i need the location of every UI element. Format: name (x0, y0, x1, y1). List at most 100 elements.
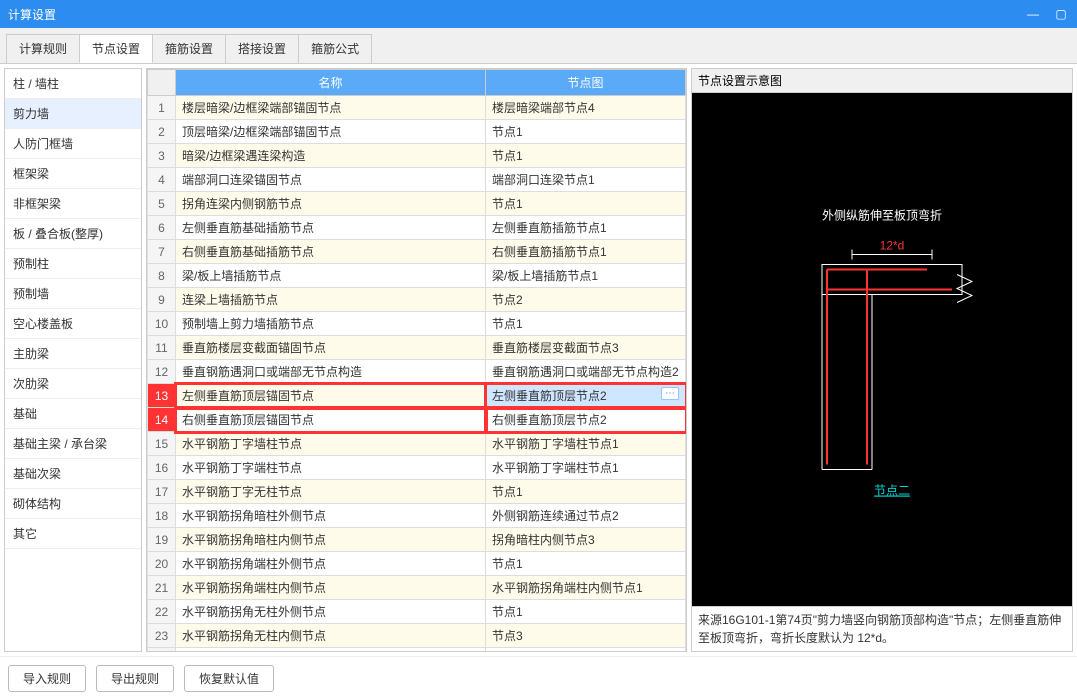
tab-3[interactable]: 搭接设置 (225, 34, 299, 63)
table-row[interactable]: 13左侧垂直筋顶层锚固节点左侧垂直筋顶层节点2⋯ (148, 384, 686, 408)
sidebar-item-0[interactable]: 柱 / 墙柱 (5, 69, 141, 99)
cell-node[interactable]: 右侧垂直筋顶层节点2 (486, 408, 686, 432)
table-row[interactable]: 12垂直钢筋遇洞口或端部无节点构造垂直钢筋遇洞口或端部无节点构造2 (148, 360, 686, 384)
cell-node[interactable]: 水平钢筋丁字墙柱节点1 (486, 432, 686, 456)
col-node[interactable]: 节点图 (486, 70, 686, 96)
cell-node[interactable]: 梁/板上墙插筋节点1 (486, 264, 686, 288)
cell-node[interactable]: 外侧钢筋连续通过节点2 (486, 504, 686, 528)
cell-name[interactable]: 楼层暗梁/边框梁端部锚固节点 (176, 96, 486, 120)
table-row[interactable]: 20水平钢筋拐角端柱外侧节点节点1 (148, 552, 686, 576)
cell-name[interactable]: 水平钢筋拐角无柱内侧节点 (176, 624, 486, 648)
cell-name[interactable]: 左侧垂直筋顶层锚固节点 (176, 384, 486, 408)
cell-node[interactable]: 端部洞口连梁节点1 (486, 168, 686, 192)
sidebar-item-5[interactable]: 板 / 叠合板(整厚) (5, 219, 141, 249)
cell-name[interactable]: 右侧垂直筋顶层锚固节点 (176, 408, 486, 432)
table-row[interactable]: 6左侧垂直筋基础插筋节点左侧垂直筋插筋节点1 (148, 216, 686, 240)
cell-name[interactable]: 水平钢筋拐角端柱内侧节点 (176, 576, 486, 600)
table-row[interactable]: 24水平钢筋端部暗柱节点水平钢筋端部暗柱节点1 (148, 648, 686, 653)
cell-name[interactable]: 左侧垂直筋基础插筋节点 (176, 216, 486, 240)
sidebar-item-4[interactable]: 非框架梁 (5, 189, 141, 219)
table-row[interactable]: 5拐角连梁内侧钢筋节点节点1 (148, 192, 686, 216)
cell-name[interactable]: 水平钢筋拐角暗柱外侧节点 (176, 504, 486, 528)
table-row[interactable]: 14右侧垂直筋顶层锚固节点右侧垂直筋顶层节点2 (148, 408, 686, 432)
sidebar-item-8[interactable]: 空心楼盖板 (5, 309, 141, 339)
table-row[interactable]: 22水平钢筋拐角无柱外侧节点节点1 (148, 600, 686, 624)
table-row[interactable]: 9连梁上墙插筋节点节点2 (148, 288, 686, 312)
restore-button[interactable]: 恢复默认值 (184, 665, 274, 692)
cell-node[interactable]: 左侧垂直筋插筋节点1 (486, 216, 686, 240)
cell-name[interactable]: 水平钢筋丁字端柱节点 (176, 456, 486, 480)
tab-1[interactable]: 节点设置 (79, 34, 153, 63)
sidebar-item-12[interactable]: 基础主梁 / 承台梁 (5, 429, 141, 459)
cell-node[interactable]: 拐角暗柱内侧节点3 (486, 528, 686, 552)
cell-node[interactable]: 节点3 (486, 624, 686, 648)
sidebar-item-6[interactable]: 预制柱 (5, 249, 141, 279)
cell-node[interactable]: 节点1 (486, 120, 686, 144)
sidebar-item-13[interactable]: 基础次梁 (5, 459, 141, 489)
export-button[interactable]: 导出规则 (96, 665, 174, 692)
table-row[interactable]: 19水平钢筋拐角暗柱内侧节点拐角暗柱内侧节点3 (148, 528, 686, 552)
sidebar-item-2[interactable]: 人防门框墙 (5, 129, 141, 159)
table-row[interactable]: 10预制墙上剪力墙插筋节点节点1 (148, 312, 686, 336)
tab-4[interactable]: 箍筋公式 (298, 34, 372, 63)
cell-node[interactable]: 节点1 (486, 192, 686, 216)
table-row[interactable]: 2顶层暗梁/边框梁端部锚固节点节点1 (148, 120, 686, 144)
cell-name[interactable]: 垂直筋楼层变截面锚固节点 (176, 336, 486, 360)
sidebar-item-3[interactable]: 框架梁 (5, 159, 141, 189)
cell-name[interactable]: 水平钢筋拐角暗柱内侧节点 (176, 528, 486, 552)
cell-node[interactable]: 垂直筋楼层变截面节点3 (486, 336, 686, 360)
table-row[interactable]: 1楼层暗梁/边框梁端部锚固节点楼层暗梁端部节点4 (148, 96, 686, 120)
cell-name[interactable]: 拐角连梁内侧钢筋节点 (176, 192, 486, 216)
cell-name[interactable]: 水平钢筋丁字无柱节点 (176, 480, 486, 504)
table-row[interactable]: 17水平钢筋丁字无柱节点节点1 (148, 480, 686, 504)
cell-name[interactable]: 右侧垂直筋基础插筋节点 (176, 240, 486, 264)
cell-name[interactable]: 连梁上墙插筋节点 (176, 288, 486, 312)
cell-name[interactable]: 水平钢筋拐角无柱外侧节点 (176, 600, 486, 624)
cell-node[interactable]: 水平钢筋端部暗柱节点1 (486, 648, 686, 653)
sidebar-item-15[interactable]: 其它 (5, 519, 141, 549)
cell-name[interactable]: 水平钢筋拐角端柱外侧节点 (176, 552, 486, 576)
sidebar-item-1[interactable]: 剪力墙 (5, 99, 141, 129)
cell-node[interactable]: 垂直钢筋遇洞口或端部无节点构造2 (486, 360, 686, 384)
table-scroll[interactable]: 名称 节点图 1楼层暗梁/边框梁端部锚固节点楼层暗梁端部节点42顶层暗梁/边框梁… (146, 68, 687, 652)
table-row[interactable]: 16水平钢筋丁字端柱节点水平钢筋丁字端柱节点1 (148, 456, 686, 480)
cell-node[interactable]: 节点1 (486, 312, 686, 336)
table-row[interactable]: 11垂直筋楼层变截面锚固节点垂直筋楼层变截面节点3 (148, 336, 686, 360)
tab-0[interactable]: 计算规则 (6, 34, 80, 63)
sidebar-item-11[interactable]: 基础 (5, 399, 141, 429)
cell-node[interactable]: 节点2 (486, 288, 686, 312)
sidebar-item-7[interactable]: 预制墙 (5, 279, 141, 309)
sidebar-item-14[interactable]: 砌体结构 (5, 489, 141, 519)
table-row[interactable]: 18水平钢筋拐角暗柱外侧节点外侧钢筋连续通过节点2 (148, 504, 686, 528)
cell-name[interactable]: 端部洞口连梁锚固节点 (176, 168, 486, 192)
cell-name[interactable]: 暗梁/边框梁遇连梁构造 (176, 144, 486, 168)
cell-name[interactable]: 垂直钢筋遇洞口或端部无节点构造 (176, 360, 486, 384)
cell-node[interactable]: 节点1 (486, 480, 686, 504)
cell-node[interactable]: 水平钢筋丁字端柱节点1 (486, 456, 686, 480)
cell-node[interactable]: 节点1 (486, 144, 686, 168)
cell-node[interactable]: 水平钢筋拐角端柱内侧节点1 (486, 576, 686, 600)
table-row[interactable]: 8梁/板上墙插筋节点梁/板上墙插筋节点1 (148, 264, 686, 288)
maximize-icon[interactable]: ▢ (1053, 6, 1069, 22)
cell-name[interactable]: 水平钢筋丁字墙柱节点 (176, 432, 486, 456)
cell-node[interactable]: 节点1 (486, 600, 686, 624)
table-row[interactable]: 15水平钢筋丁字墙柱节点水平钢筋丁字墙柱节点1 (148, 432, 686, 456)
sidebar-item-9[interactable]: 主肋梁 (5, 339, 141, 369)
sidebar-item-10[interactable]: 次肋梁 (5, 369, 141, 399)
cell-name[interactable]: 预制墙上剪力墙插筋节点 (176, 312, 486, 336)
cell-node[interactable]: 节点1 (486, 552, 686, 576)
col-name[interactable]: 名称 (176, 70, 486, 96)
cell-more-icon[interactable]: ⋯ (661, 387, 679, 400)
cell-name[interactable]: 梁/板上墙插筋节点 (176, 264, 486, 288)
import-button[interactable]: 导入规则 (8, 665, 86, 692)
cell-name[interactable]: 顶层暗梁/边框梁端部锚固节点 (176, 120, 486, 144)
table-row[interactable]: 21水平钢筋拐角端柱内侧节点水平钢筋拐角端柱内侧节点1 (148, 576, 686, 600)
cell-node[interactable]: 楼层暗梁端部节点4 (486, 96, 686, 120)
cell-node[interactable]: 左侧垂直筋顶层节点2⋯ (486, 384, 686, 408)
table-row[interactable]: 3暗梁/边框梁遇连梁构造节点1 (148, 144, 686, 168)
cell-name[interactable]: 水平钢筋端部暗柱节点 (176, 648, 486, 653)
minimize-icon[interactable]: — (1025, 6, 1041, 22)
tab-2[interactable]: 箍筋设置 (152, 34, 226, 63)
cell-node[interactable]: 右侧垂直筋插筋节点1 (486, 240, 686, 264)
table-row[interactable]: 23水平钢筋拐角无柱内侧节点节点3 (148, 624, 686, 648)
